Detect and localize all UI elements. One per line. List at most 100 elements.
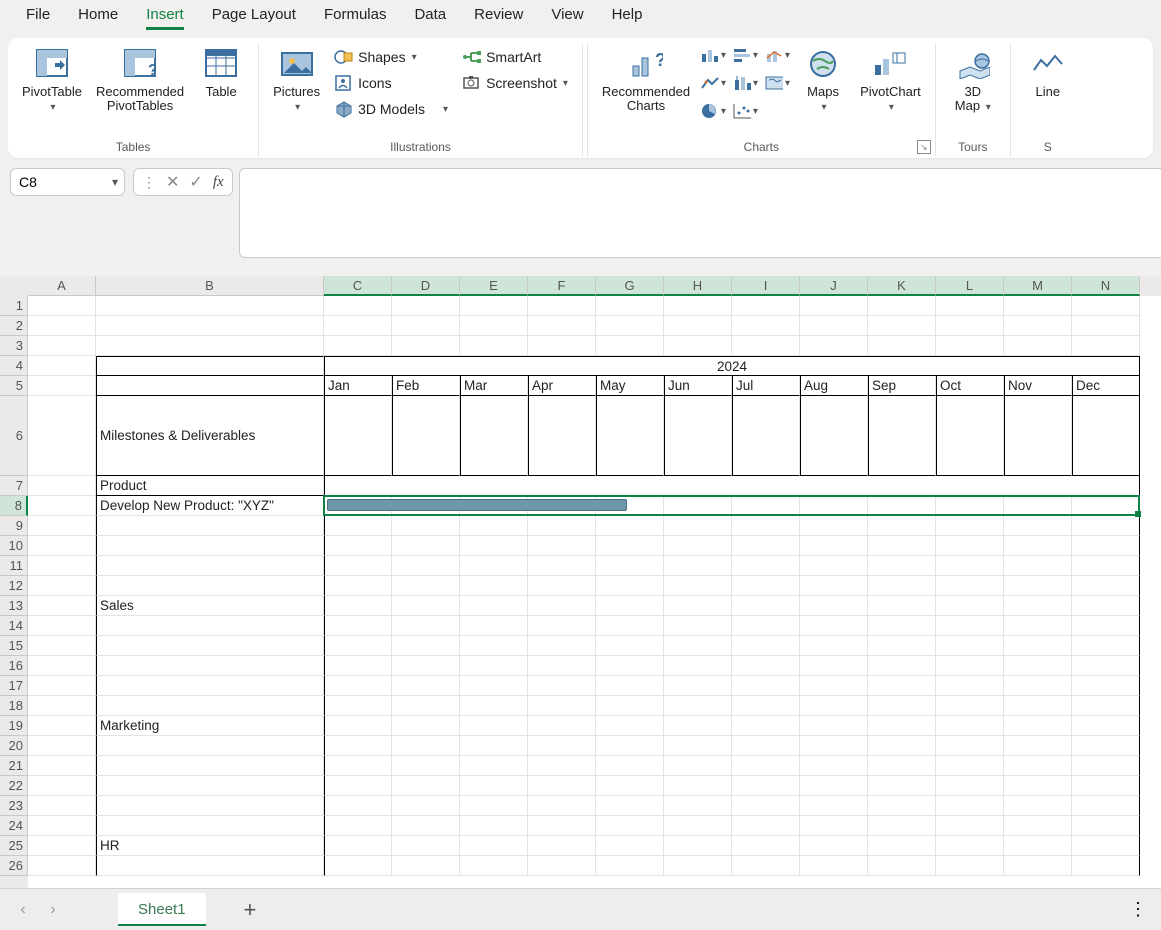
cell-D1[interactable]: [392, 296, 460, 316]
cell-I18[interactable]: [732, 696, 800, 716]
cell-H20[interactable]: [664, 736, 732, 756]
cell-C26[interactable]: [324, 856, 392, 876]
cell-B16[interactable]: [96, 656, 324, 676]
cell-F9[interactable]: [528, 516, 596, 536]
cell-H16[interactable]: [664, 656, 732, 676]
cell-M10[interactable]: [1004, 536, 1072, 556]
cell-J19[interactable]: [800, 716, 868, 736]
cell-M3[interactable]: [1004, 336, 1072, 356]
sheet-tab-1[interactable]: Sheet1: [118, 893, 206, 926]
cell-N17[interactable]: [1072, 676, 1140, 696]
cell-E26[interactable]: [460, 856, 528, 876]
cell-H17[interactable]: [664, 676, 732, 696]
maps-button[interactable]: Maps▾: [796, 44, 850, 116]
cell-K14[interactable]: [868, 616, 936, 636]
formula-input[interactable]: [239, 168, 1161, 258]
cell-D12[interactable]: [392, 576, 460, 596]
cell-L24[interactable]: [936, 816, 1004, 836]
row-header-6[interactable]: 6: [0, 396, 28, 476]
cell-F5[interactable]: Apr: [528, 376, 596, 396]
cell-E10[interactable]: [460, 536, 528, 556]
col-header-B[interactable]: B: [96, 276, 324, 296]
row-header-20[interactable]: 20: [0, 736, 28, 756]
cell-N25[interactable]: [1072, 836, 1140, 856]
cell-A17[interactable]: [28, 676, 96, 696]
menu-home[interactable]: Home: [78, 6, 118, 27]
cell-A10[interactable]: [28, 536, 96, 556]
cell-B12[interactable]: [96, 576, 324, 596]
cell-J25[interactable]: [800, 836, 868, 856]
cell-B13[interactable]: Sales: [96, 596, 324, 616]
cell-F1[interactable]: [528, 296, 596, 316]
cell-G17[interactable]: [596, 676, 664, 696]
cell-B8[interactable]: Develop New Product: "XYZ": [96, 496, 324, 516]
cell-E13[interactable]: [460, 596, 528, 616]
cell-L22[interactable]: [936, 776, 1004, 796]
cell-M19[interactable]: [1004, 716, 1072, 736]
cell-L23[interactable]: [936, 796, 1004, 816]
cell-F21[interactable]: [528, 756, 596, 776]
cell-J20[interactable]: [800, 736, 868, 756]
cell-M17[interactable]: [1004, 676, 1072, 696]
cell-A5[interactable]: [28, 376, 96, 396]
cell-K22[interactable]: [868, 776, 936, 796]
cell-M21[interactable]: [1004, 756, 1072, 776]
cell-C25[interactable]: [324, 836, 392, 856]
cell-C10[interactable]: [324, 536, 392, 556]
charts-dialog-launcher[interactable]: ↘: [917, 140, 931, 154]
cell-K3[interactable]: [868, 336, 936, 356]
cell-D21[interactable]: [392, 756, 460, 776]
cell-B6[interactable]: Milestones & Deliverables: [96, 396, 324, 476]
cell-K18[interactable]: [868, 696, 936, 716]
cell-F3[interactable]: [528, 336, 596, 356]
row-header-4[interactable]: 4: [0, 356, 28, 376]
row-header-18[interactable]: 18: [0, 696, 28, 716]
bar-chart-button[interactable]: ▾: [732, 44, 758, 66]
cell-G25[interactable]: [596, 836, 664, 856]
cell-J26[interactable]: [800, 856, 868, 876]
cell-A7[interactable]: [28, 476, 96, 496]
cell-D18[interactable]: [392, 696, 460, 716]
cell-F15[interactable]: [528, 636, 596, 656]
tab-more-icon[interactable]: ⋮: [1129, 899, 1153, 920]
col-header-A[interactable]: A: [28, 276, 96, 296]
recommended-pivot-button[interactable]: ? Recommended PivotTables: [92, 44, 188, 116]
cell-L2[interactable]: [936, 316, 1004, 336]
cell-A8[interactable]: [28, 496, 96, 516]
cell-G2[interactable]: [596, 316, 664, 336]
cancel-formula-icon[interactable]: ✕: [166, 172, 179, 192]
cell-D23[interactable]: [392, 796, 460, 816]
cell-M5[interactable]: Nov: [1004, 376, 1072, 396]
cell-C3[interactable]: [324, 336, 392, 356]
cell-N2[interactable]: [1072, 316, 1140, 336]
cell-B10[interactable]: [96, 536, 324, 556]
cell-J10[interactable]: [800, 536, 868, 556]
cell-F23[interactable]: [528, 796, 596, 816]
cell-L12[interactable]: [936, 576, 1004, 596]
cell-N8[interactable]: [1072, 496, 1140, 516]
row-header-23[interactable]: 23: [0, 796, 28, 816]
cell-I20[interactable]: [732, 736, 800, 756]
cell-G21[interactable]: [596, 756, 664, 776]
cell-N1[interactable]: [1072, 296, 1140, 316]
cell-D20[interactable]: [392, 736, 460, 756]
table-button[interactable]: Table: [194, 44, 248, 101]
cell-J14[interactable]: [800, 616, 868, 636]
cell-G23[interactable]: [596, 796, 664, 816]
cell-K20[interactable]: [868, 736, 936, 756]
cell-A3[interactable]: [28, 336, 96, 356]
cell-K25[interactable]: [868, 836, 936, 856]
col-header-F[interactable]: F: [528, 276, 596, 296]
cell-E22[interactable]: [460, 776, 528, 796]
cell-B7[interactable]: Product: [96, 476, 324, 496]
cell-F13[interactable]: [528, 596, 596, 616]
row-header-2[interactable]: 2: [0, 316, 28, 336]
cell-E3[interactable]: [460, 336, 528, 356]
cell-K21[interactable]: [868, 756, 936, 776]
cell-H19[interactable]: [664, 716, 732, 736]
cell-E15[interactable]: [460, 636, 528, 656]
combo-chart-button[interactable]: ▾: [764, 44, 790, 66]
cell-A23[interactable]: [28, 796, 96, 816]
cell-J21[interactable]: [800, 756, 868, 776]
cell-D22[interactable]: [392, 776, 460, 796]
